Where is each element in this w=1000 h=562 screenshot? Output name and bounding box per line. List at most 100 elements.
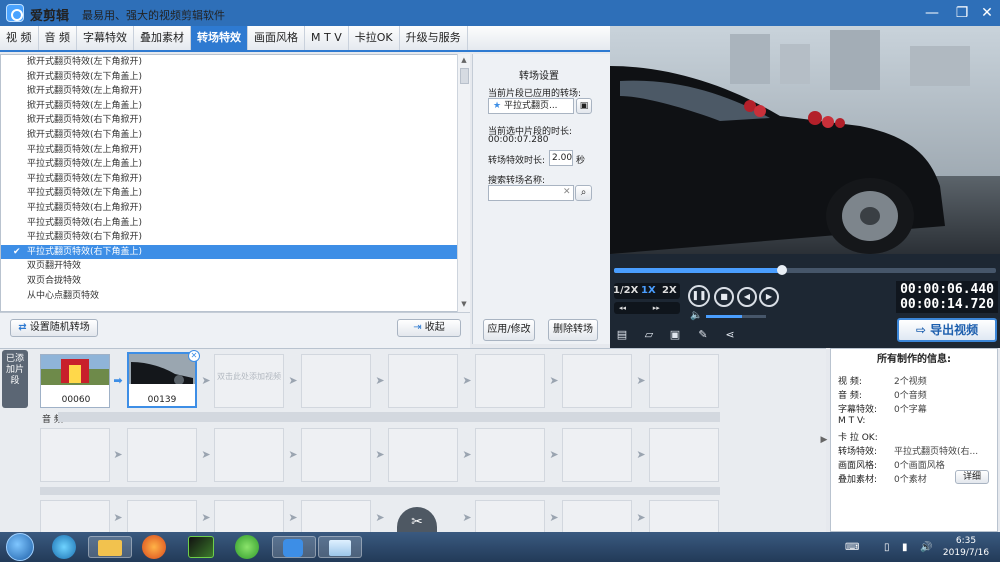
maximize-icon[interactable]: ❐	[950, 3, 974, 23]
effect-duration-input[interactable]: 2.00	[549, 150, 573, 166]
tab-overlay[interactable]: 叠加素材	[134, 26, 191, 50]
device-icon[interactable]: ▯	[884, 542, 890, 553]
firefox-icon[interactable]	[142, 535, 166, 559]
save-icon[interactable]: ▣	[668, 328, 682, 342]
empty-slot[interactable]	[562, 428, 632, 482]
list-item[interactable]: 掀开式翻页特效(右下角掀开)	[1, 113, 469, 128]
empty-slot[interactable]	[40, 428, 110, 482]
aijianji-taskbar-button[interactable]	[272, 536, 316, 558]
empty-slot[interactable]	[475, 428, 545, 482]
speed-normal[interactable]: 1X	[641, 285, 656, 296]
detail-button[interactable]: 详细	[955, 470, 989, 484]
empty-slot[interactable]	[649, 500, 719, 532]
app-taskbar-button[interactable]	[318, 536, 362, 558]
add-video-slot[interactable]: 双击此处添加视频	[214, 354, 284, 408]
tab-video[interactable]: 视 频	[0, 26, 39, 50]
list-item[interactable]: 从中心点翻页特效	[1, 289, 469, 304]
search-icon[interactable]: ⌕	[575, 185, 592, 201]
empty-slot[interactable]	[214, 500, 284, 532]
scroll-thumb[interactable]	[460, 68, 469, 84]
list-item[interactable]: 掀开式翻页特效(左上角掀开)	[1, 84, 469, 99]
media-player-icon[interactable]	[52, 535, 76, 559]
transition-arrow-icon[interactable]: ➤	[200, 375, 212, 387]
empty-slot[interactable]	[388, 428, 458, 482]
new-project-icon[interactable]: ▤	[615, 328, 629, 342]
clip-thumbnail[interactable]: 00060	[40, 354, 110, 408]
list-item[interactable]: 平拉式翻页特效(右上角盖上)	[1, 216, 469, 231]
list-item[interactable]: 掀开式翻页特效(左上角盖上)	[1, 99, 469, 114]
media-app-icon[interactable]	[188, 536, 214, 558]
empty-slot[interactable]	[475, 500, 545, 532]
search-input[interactable]	[488, 185, 574, 201]
list-item-selected[interactable]: ✔ 平拉式翻页特效(右下角盖上)	[1, 244, 469, 260]
close-icon[interactable]: ✕	[975, 3, 999, 23]
list-scrollbar[interactable]: ▲ ▼	[457, 54, 470, 312]
list-item[interactable]: 掀开式翻页特效(左下角盖上)	[1, 70, 469, 85]
empty-slot[interactable]	[301, 500, 371, 532]
empty-slot[interactable]	[301, 428, 371, 482]
list-item[interactable]: 平拉式翻页特效(左上角掀开)	[1, 143, 469, 158]
list-item[interactable]: 平拉式翻页特效(左上角盖上)	[1, 157, 469, 172]
empty-slot[interactable]	[475, 354, 545, 408]
volume-icon[interactable]: 🔈	[690, 310, 702, 321]
empty-slot[interactable]	[127, 428, 197, 482]
list-item[interactable]: 双页合拢特效	[1, 274, 469, 289]
scroll-down-icon[interactable]: ▼	[458, 298, 470, 310]
prev-frame-icon[interactable]: ◀	[737, 287, 757, 307]
list-item[interactable]: 平拉式翻页特效(右下角掀开)	[1, 230, 469, 245]
empty-slot[interactable]	[214, 428, 284, 482]
video-preview[interactable]	[610, 26, 1000, 254]
share-icon[interactable]: ⋖	[723, 328, 737, 342]
info-key: 画面风格:	[838, 461, 878, 471]
tab-transitions[interactable]: 转场特效	[191, 26, 248, 50]
transition-arrow-icon[interactable]: ➡	[112, 375, 124, 387]
clip-thumbnail-selected[interactable]: 00139	[127, 352, 197, 408]
collapse-button[interactable]: ⇥ 收起	[397, 319, 461, 337]
tab-audio[interactable]: 音 频	[39, 26, 77, 50]
clock[interactable]: 6:35 2019/7/16	[936, 535, 996, 559]
stop-icon[interactable]: ■	[714, 287, 734, 307]
empty-slot[interactable]	[40, 500, 110, 532]
next-frame-icon[interactable]: ▶	[759, 287, 779, 307]
network-icon[interactable]: ▮	[902, 542, 908, 553]
tab-subtitle-effects[interactable]: 字幕特效	[77, 26, 134, 50]
tab-upgrade[interactable]: 升级与服务	[400, 26, 468, 50]
apply-button[interactable]: 应用/修改	[483, 319, 535, 341]
list-item[interactable]: 双页翻开特效	[1, 259, 469, 274]
empty-slot[interactable]	[649, 428, 719, 482]
empty-slot[interactable]	[562, 354, 632, 408]
remove-clip-icon[interactable]: ✕	[188, 350, 200, 362]
speaker-icon[interactable]: 🔊	[920, 542, 932, 553]
refresh-app-icon[interactable]	[235, 535, 259, 559]
list-item[interactable]: 平拉式翻页特效(左下角盖上)	[1, 186, 469, 201]
tab-mtv[interactable]: M T V	[305, 26, 349, 50]
empty-slot[interactable]	[562, 500, 632, 532]
cube-icon[interactable]: ▣	[576, 98, 592, 114]
minimize-icon[interactable]: —	[920, 3, 944, 23]
random-transition-button[interactable]: ⇄ 设置随机转场	[10, 319, 98, 337]
keyboard-icon[interactable]: ⌨	[845, 542, 859, 553]
empty-slot[interactable]	[649, 354, 719, 408]
edit-icon[interactable]: ✎	[696, 328, 710, 342]
speed-double[interactable]: 2X	[662, 285, 677, 296]
speed-half[interactable]: 1/2X	[613, 285, 638, 296]
empty-slot[interactable]	[388, 354, 458, 408]
frame-step-bar[interactable]: ◂◂ ▸▸	[614, 302, 680, 314]
panel-toggle-icon[interactable]: ▶	[819, 430, 829, 450]
pause-icon[interactable]: ❚❚	[688, 285, 710, 307]
list-item[interactable]: 平拉式翻页特效(左下角掀开)	[1, 172, 469, 187]
delete-transition-button[interactable]: 删除转场	[548, 319, 598, 341]
list-item[interactable]: 掀开式翻页特效(右下角盖上)	[1, 128, 469, 143]
empty-slot[interactable]	[127, 500, 197, 532]
scroll-up-icon[interactable]: ▲	[458, 54, 470, 66]
open-folder-icon[interactable]: ▱	[642, 328, 656, 342]
list-item[interactable]: 掀开式翻页特效(左下角掀开)	[1, 55, 469, 70]
clear-icon[interactable]: ✕	[563, 187, 571, 197]
list-item[interactable]: 平拉式翻页特效(右上角掀开)	[1, 201, 469, 216]
start-icon[interactable]	[6, 533, 34, 561]
export-video-button[interactable]: ⇨ 导出视频	[897, 318, 997, 342]
empty-slot[interactable]	[301, 354, 371, 408]
explorer-taskbar-button[interactable]	[88, 536, 132, 558]
tab-picture-style[interactable]: 画面风格	[248, 26, 305, 50]
tab-karaoke[interactable]: 卡拉OK	[349, 26, 400, 50]
